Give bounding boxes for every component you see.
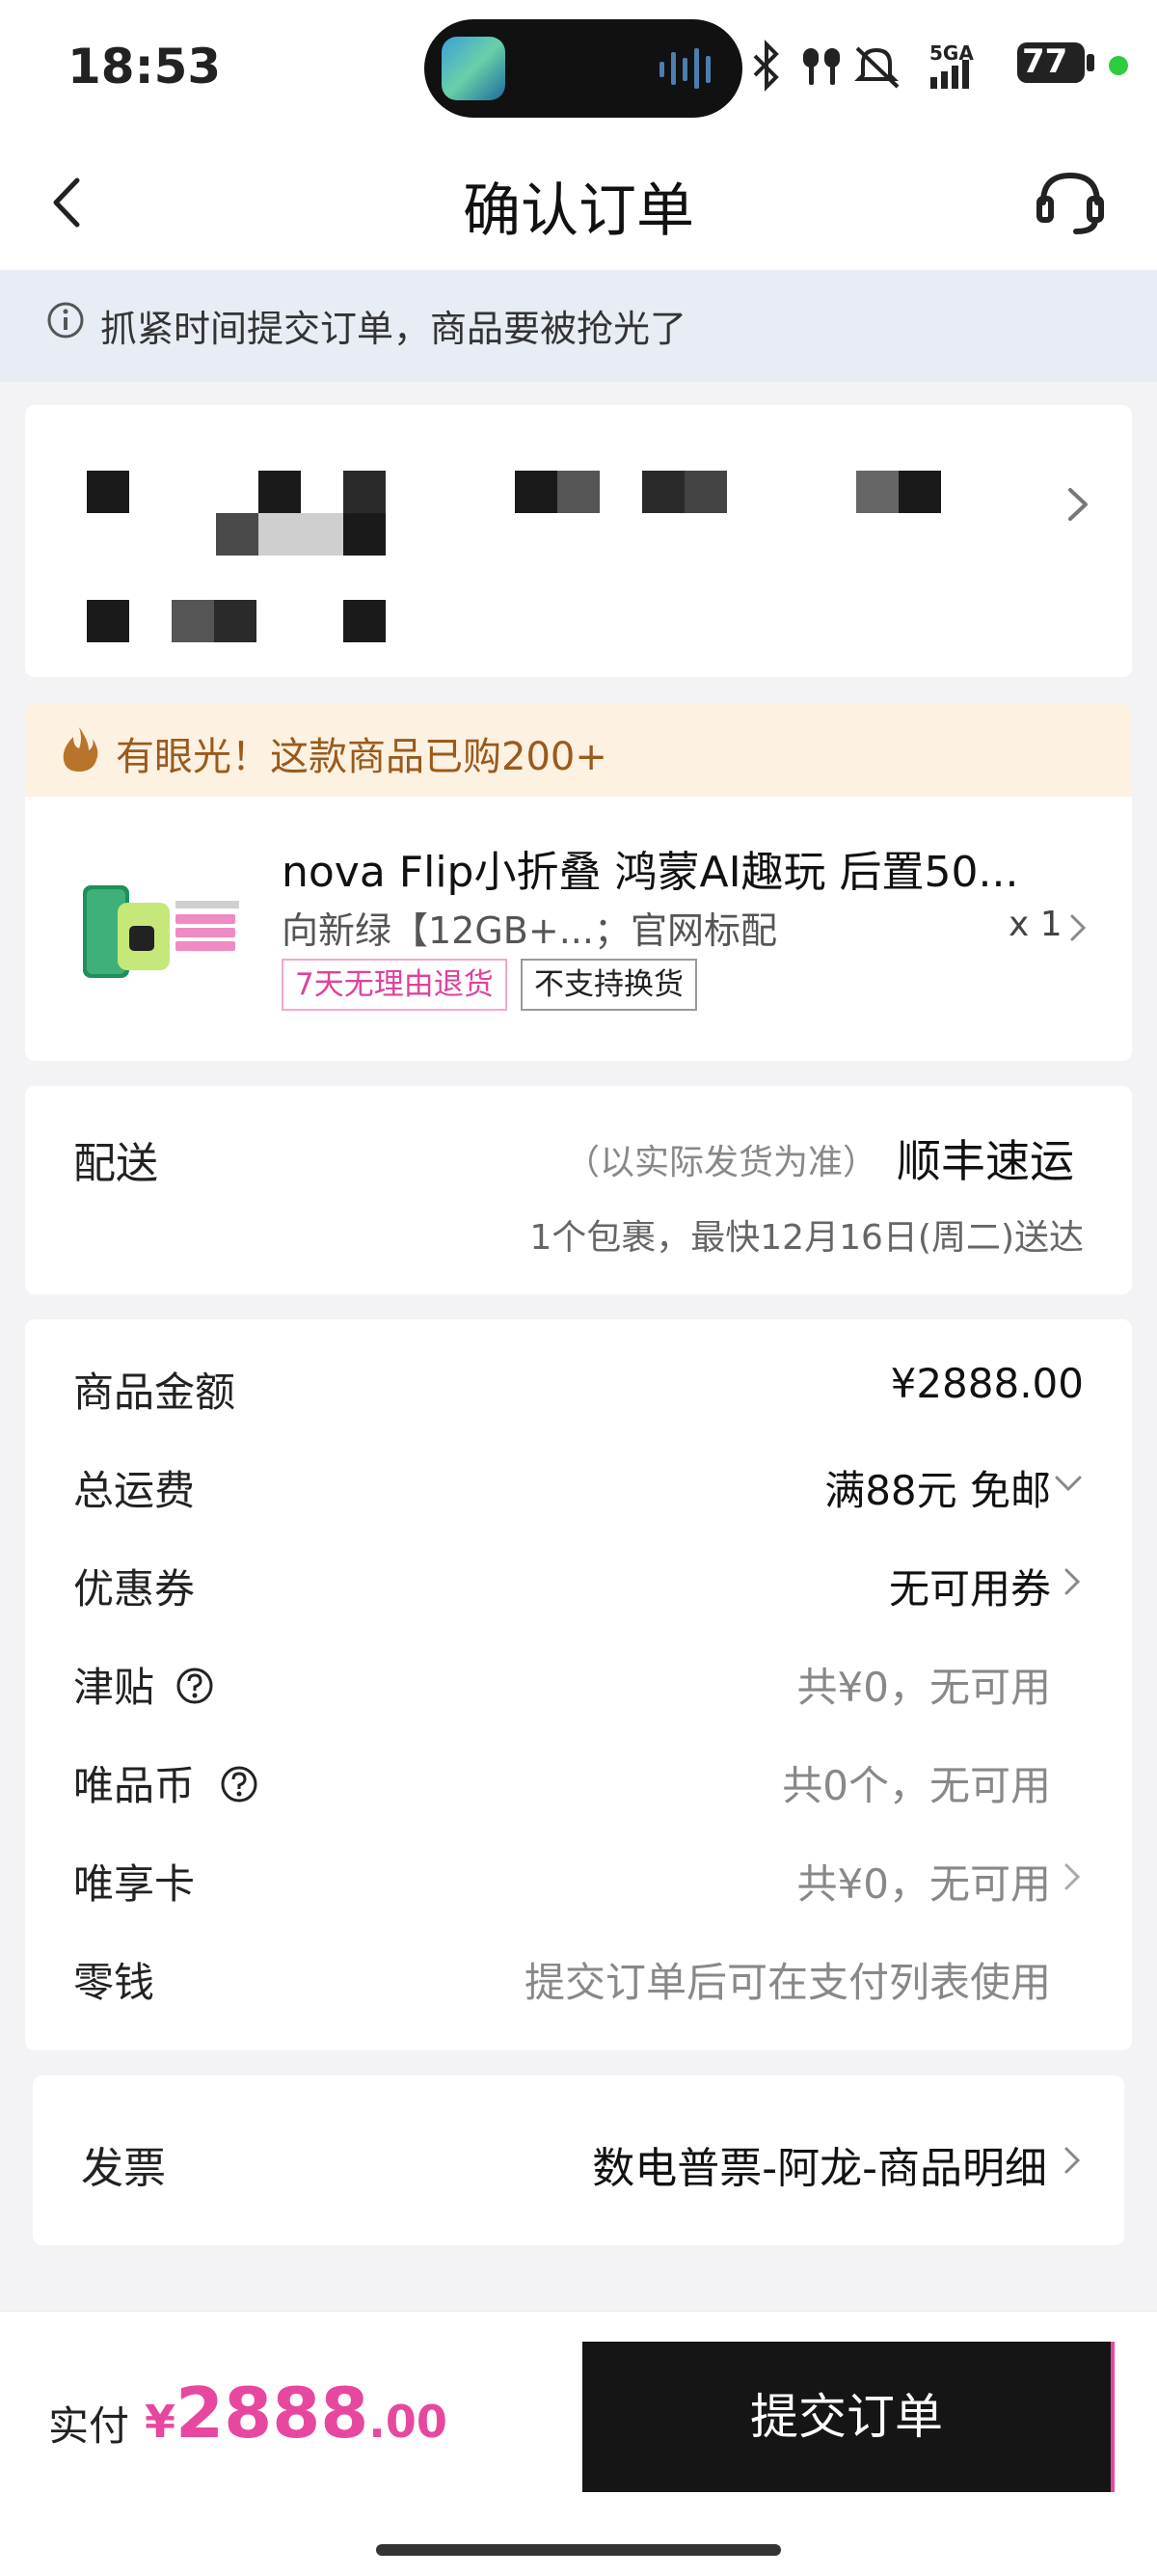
allowance-label: 津贴 <box>73 1664 155 1711</box>
chevron-right-icon[interactable] <box>1061 1861 1084 1892</box>
delivery-note: （以实际发货为准） <box>565 1143 878 1182</box>
popularity-text: 有眼光！这款商品已购200+ <box>116 735 607 779</box>
now-playing-app-icon <box>442 37 505 100</box>
product-name: nova Flip小折叠 鸿蒙AI趣玩 后置50... <box>282 848 1019 897</box>
pay-amount-integer: 2888 <box>175 2373 369 2454</box>
redacted-block <box>899 471 941 513</box>
product-spec: 向新绿【12GB+...；官网标配 <box>282 909 777 952</box>
address-card[interactable] <box>25 405 1132 677</box>
vip-coin-label: 唯品币 <box>73 1762 196 1809</box>
redacted-block <box>343 600 386 642</box>
delivery-carrier: 顺丰速运 <box>897 1135 1074 1187</box>
goods-amount-value: ¥2888.00 <box>890 1360 1084 1407</box>
coupon-label: 优惠券 <box>73 1565 196 1613</box>
battery-level: 77 <box>1022 42 1068 81</box>
redacted-block <box>87 600 129 642</box>
notice-text: 抓紧时间提交订单，商品要被抢光了 <box>100 308 687 350</box>
privacy-indicator <box>1109 56 1128 75</box>
delivery-label: 配送 <box>73 1139 158 1188</box>
info-icon <box>47 302 84 339</box>
redacted-block <box>87 471 129 513</box>
goods-amount-label: 商品金额 <box>73 1369 236 1416</box>
vip-coin-value: 共0个，无可用 <box>782 1762 1051 1809</box>
headset-icon <box>1036 172 1104 234</box>
redacted-block <box>685 471 727 513</box>
delivery-card <box>25 1086 1132 1294</box>
exchange-policy-tag: 不支持换货 <box>521 959 697 1011</box>
chevron-right-icon <box>1064 2147 1081 2174</box>
change-value: 提交订单后可在支付列表使用 <box>524 1959 1051 2006</box>
redacted-block <box>172 600 214 642</box>
redacted-block <box>258 471 301 513</box>
pay-amount-decimal: .00 <box>368 2396 447 2448</box>
help-icon[interactable] <box>220 1765 258 1803</box>
pay-currency: ¥ <box>145 2396 176 2448</box>
delivery-eta: 1个包裹，最快12月16日(周二)送达 <box>529 1218 1084 1258</box>
earbuds-icon <box>803 48 840 85</box>
vip-card-value[interactable]: 共¥0，无可用 <box>797 1852 1051 1911</box>
invoice-value: 数电普票-阿龙-商品明细 <box>592 2144 1047 2193</box>
pay-label: 实付 <box>48 2402 130 2450</box>
shipping-fee-value[interactable]: 满88元 免邮 <box>824 1458 1051 1517</box>
return-policy-tag: 7天无理由退货 <box>282 959 507 1011</box>
pay-amount: ¥2888.00 <box>145 2373 447 2454</box>
invoice-label: 发票 <box>81 2144 166 2193</box>
change-label: 零钱 <box>73 1959 155 2006</box>
help-icon[interactable] <box>175 1667 214 1705</box>
allowance-value: 共¥0，无可用 <box>796 1664 1051 1711</box>
shipping-fee-label: 总运费 <box>73 1467 196 1514</box>
chevron-right-icon <box>1068 488 1088 521</box>
chevron-right-icon[interactable] <box>1061 1566 1084 1597</box>
redacted-block <box>258 513 343 556</box>
redacted-block <box>214 600 256 642</box>
chevron-right-icon <box>1070 914 1087 941</box>
coupon-value[interactable]: 无可用券 <box>889 1557 1051 1615</box>
redacted-block <box>515 471 557 513</box>
product-quantity: x 1 <box>1009 905 1063 944</box>
audio-wave-icon <box>659 48 711 89</box>
redacted-block <box>642 471 685 513</box>
redacted-block <box>557 471 600 513</box>
page-title: 确认订单 <box>463 177 694 245</box>
submit-order-button[interactable]: 提交订单 <box>582 2342 1115 2492</box>
vip-card-label: 唯享卡 <box>73 1860 196 1908</box>
customer-service-button[interactable] <box>1032 164 1109 241</box>
mute-icon <box>854 46 900 89</box>
redacted-block <box>216 513 258 556</box>
redacted-block <box>343 513 386 556</box>
redacted-block <box>856 471 899 513</box>
status-time: 18:53 <box>67 39 222 95</box>
chevron-down-icon[interactable] <box>1053 1472 1084 1495</box>
battery-tip <box>1087 54 1094 71</box>
home-indicator[interactable] <box>376 2544 781 2556</box>
fire-icon <box>63 727 98 772</box>
product-thumbnail <box>83 885 239 978</box>
bluetooth-icon <box>753 40 779 92</box>
redacted-block <box>343 471 386 513</box>
